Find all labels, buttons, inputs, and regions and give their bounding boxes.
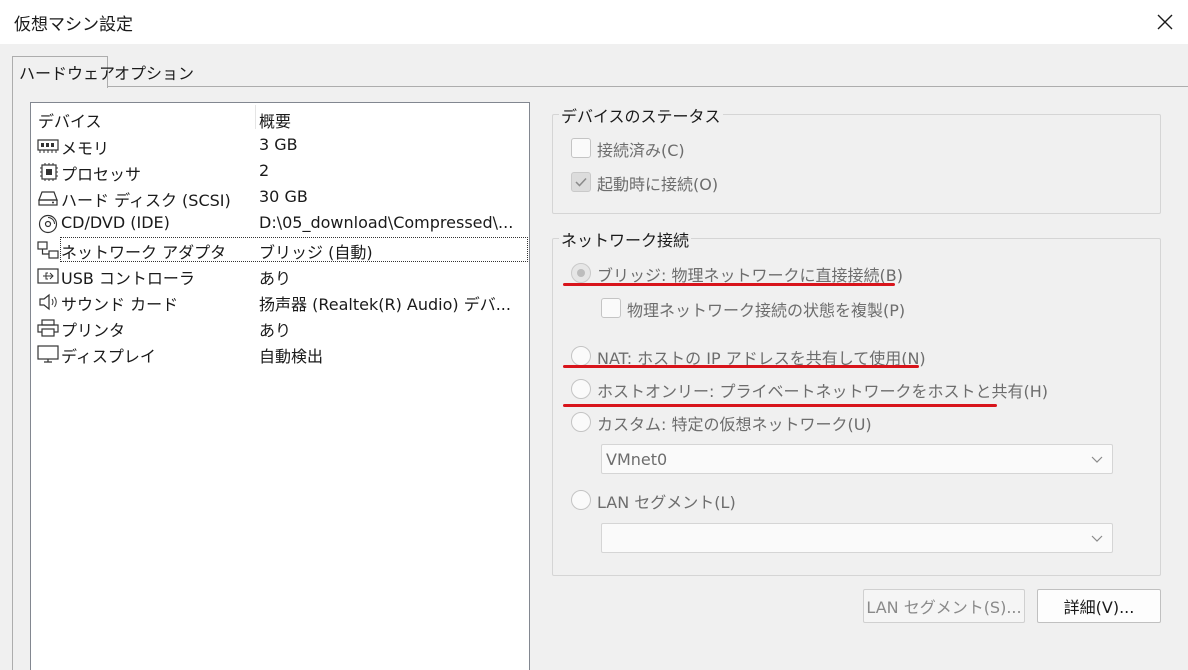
memory-icon	[37, 139, 59, 153]
device-name: USB コントローラ	[61, 269, 195, 288]
red-underline-annotation	[563, 283, 895, 286]
network-adapter-icon	[37, 241, 59, 259]
red-underline-annotation	[563, 365, 919, 368]
device-row-printer[interactable]: プリンタ あり	[31, 315, 531, 341]
device-name: ハード ディスク (SCSI)	[61, 191, 231, 210]
host-only-label: ホストオンリー: プライベートネットワークをホストと共有(H)	[597, 382, 1048, 401]
custom-label: カスタム: 特定の仮想ネットワーク(U)	[597, 415, 872, 434]
device-list[interactable]: デバイス 概要 メモリ 3 GB プロセッサ 2 ハード ディスク (SCSI)…	[30, 102, 530, 670]
custom-network-value: VMnet0	[606, 450, 668, 469]
processor-icon	[40, 163, 58, 181]
custom-network-select[interactable]: VMnet0	[601, 444, 1113, 474]
sound-icon	[39, 293, 57, 311]
device-name: ディスプレイ	[61, 347, 156, 366]
cd-dvd-icon	[38, 214, 58, 234]
lan-segment-select[interactable]	[601, 523, 1113, 553]
connected-label: 接続済み(C)	[597, 141, 685, 160]
device-summary: 2	[259, 161, 270, 180]
close-button[interactable]	[1142, 0, 1188, 44]
device-name: CD/DVD (IDE)	[61, 213, 170, 232]
bridged-radio[interactable]	[571, 263, 591, 283]
connect-at-power-on-label: 起動時に接続(O)	[597, 175, 719, 194]
usb-icon	[37, 268, 59, 284]
hard-disk-icon	[38, 191, 58, 206]
device-summary: 自動検出	[259, 347, 324, 366]
host-only-radio[interactable]	[571, 379, 591, 399]
column-header-summary[interactable]: 概要	[259, 108, 291, 132]
chevron-down-icon	[1091, 535, 1103, 542]
printer-icon	[37, 319, 59, 337]
tab-options[interactable]: オプション	[108, 59, 194, 86]
device-name: ネットワーク アダプタ	[61, 243, 227, 262]
device-row-processor[interactable]: プロセッサ 2	[31, 159, 531, 185]
tab-hardware[interactable]: ハードウェア	[12, 56, 115, 88]
checkmark-icon	[575, 177, 587, 187]
replicate-state-label: 物理ネットワーク接続の状態を複製(P)	[627, 301, 906, 320]
device-summary: あり	[259, 269, 292, 288]
window-title: 仮想マシン設定	[14, 15, 133, 35]
device-name: サウンド カード	[61, 295, 179, 314]
display-icon	[37, 345, 59, 363]
network-connection-group: ネットワーク接続 ブリッジ: 物理ネットワークに直接接続(B) 物理ネットワーク…	[552, 227, 1161, 576]
lan-segments-button[interactable]: LAN セグメント(S)...	[863, 589, 1025, 623]
group-title: ネットワーク接続	[559, 227, 692, 251]
red-underline-annotation	[563, 404, 997, 407]
device-row-sound[interactable]: サウンド カード 扬声器 (Realtek(R) Audio) デバ...	[31, 289, 531, 315]
device-summary: ブリッジ (自動)	[259, 243, 373, 262]
lan-segment-radio[interactable]	[571, 490, 591, 510]
group-title: デバイスのステータス	[559, 103, 723, 127]
list-header: デバイス 概要	[31, 103, 529, 133]
device-row-network-adapter[interactable]: ネットワーク アダプタ ブリッジ (自動)	[31, 237, 531, 263]
device-summary: 3 GB	[259, 135, 298, 154]
close-icon	[1157, 14, 1173, 30]
device-summary: あり	[259, 321, 292, 340]
advanced-button[interactable]: 詳細(V)...	[1037, 589, 1161, 623]
device-row-hard-disk[interactable]: ハード ディスク (SCSI) 30 GB	[31, 185, 531, 211]
device-summary: 扬声器 (Realtek(R) Audio) デバ...	[259, 295, 511, 314]
connect-at-power-on-checkbox[interactable]	[571, 172, 591, 192]
device-name: プリンタ	[61, 321, 126, 340]
chevron-down-icon	[1091, 456, 1103, 463]
device-status-group: デバイスのステータス 接続済み(C) 起動時に接続(O)	[552, 103, 1161, 214]
custom-radio[interactable]	[571, 412, 591, 432]
device-row-display[interactable]: ディスプレイ 自動検出	[31, 341, 531, 367]
device-name: メモリ	[61, 139, 110, 158]
title-bar: 仮想マシン設定	[0, 0, 1188, 44]
device-row-memory[interactable]: メモリ 3 GB	[31, 133, 531, 159]
device-row-usb[interactable]: USB コントローラ あり	[31, 263, 531, 289]
device-summary: D:\05_download\Compressed\...	[259, 213, 514, 232]
replicate-state-checkbox[interactable]	[601, 298, 621, 318]
column-header-device[interactable]: デバイス	[38, 108, 102, 132]
lan-segment-label: LAN セグメント(L)	[597, 493, 736, 512]
column-divider[interactable]	[255, 105, 256, 129]
device-summary: 30 GB	[259, 187, 308, 206]
connected-checkbox[interactable]	[571, 138, 591, 158]
device-name: プロセッサ	[61, 165, 142, 184]
nat-radio[interactable]	[571, 346, 591, 366]
device-row-cd-dvd[interactable]: CD/DVD (IDE) D:\05_download\Compressed\.…	[31, 211, 531, 237]
